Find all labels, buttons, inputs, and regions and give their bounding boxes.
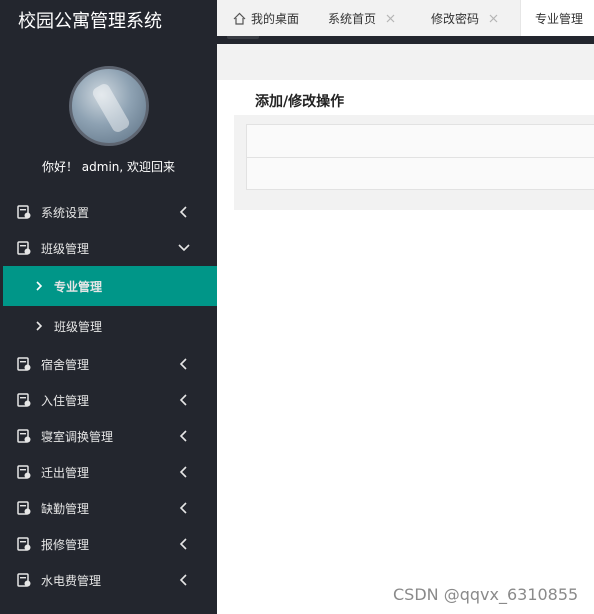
sidebar-subitem-label: 专业管理: [54, 279, 103, 294]
home-icon: [233, 12, 246, 25]
chevron-left-icon: [179, 538, 187, 550]
sidebar-item-label: 迁出管理: [41, 465, 90, 480]
sidebar-item-label: 班级管理: [41, 241, 90, 256]
sidebar-nav: 系统设置 班级管理 专业管理 班级管理 宿舍管理 入住管理 寝室调换管理 迁出管…: [0, 194, 217, 598]
close-icon[interactable]: [489, 14, 498, 23]
sidebar-item-label: 水电费管理: [41, 573, 102, 588]
chevron-left-icon: [179, 394, 187, 406]
sidebar-item-label: 宿舍管理: [41, 357, 90, 372]
chevron-left-icon: [179, 430, 187, 442]
watermark: CSDN @qqvx_6310855: [393, 585, 579, 604]
sidebar-subitem-label: 班级管理: [54, 319, 103, 334]
sidebar: 你好！ admin, 欢迎回来 系统设置 班级管理 专业管理 班级管理 宿舍管理…: [0, 44, 217, 614]
sidebar-item-class-management[interactable]: 班级管理: [0, 230, 217, 266]
tab-major-management[interactable]: 专业管理: [520, 0, 594, 36]
sidebar-item-dormitory-management[interactable]: 宿舍管理: [0, 346, 217, 382]
chevron-right-icon: [36, 281, 43, 291]
tab-system-home[interactable]: 系统首页: [313, 0, 416, 36]
sidebar-subitem-class-management[interactable]: 班级管理: [0, 306, 217, 346]
sidebar-item-utility-fee-management[interactable]: 水电费管理: [0, 562, 217, 598]
avatar[interactable]: [69, 66, 149, 146]
document-icon: [17, 501, 31, 515]
sidebar-item-absence-management[interactable]: 缺勤管理: [0, 490, 217, 526]
document-icon: [17, 429, 31, 443]
sidebar-item-room-swap-management[interactable]: 寝室调换管理: [0, 418, 217, 454]
sidebar-item-moveout-management[interactable]: 迁出管理: [0, 454, 217, 490]
tab-label: 修改密码: [431, 11, 480, 26]
sidebar-item-checkin-management[interactable]: 入住管理: [0, 382, 217, 418]
chevron-left-icon: [179, 502, 187, 514]
form-table: [246, 124, 594, 190]
sidebar-item-label: 缺勤管理: [41, 501, 90, 516]
tab-label: 专业管理: [535, 11, 584, 26]
page-title: 添加/修改操作: [255, 94, 345, 110]
sidebar-item-repair-management[interactable]: 报修管理: [0, 526, 217, 562]
chevron-left-icon: [179, 466, 187, 478]
table-row: [247, 125, 594, 158]
chevron-left-icon: [179, 574, 187, 586]
document-icon: [17, 241, 31, 255]
tab-label: 我的桌面: [251, 11, 300, 26]
chevron-right-icon: [36, 321, 43, 331]
table-row: [247, 158, 594, 191]
document-icon: [17, 205, 31, 219]
document-icon: [17, 357, 31, 371]
sidebar-item-label: 系统设置: [41, 205, 90, 220]
sidebar-item-label: 报修管理: [41, 537, 90, 552]
document-icon: [17, 393, 31, 407]
tab-my-desktop[interactable]: 我的桌面: [217, 0, 313, 36]
close-icon[interactable]: [386, 14, 395, 23]
document-icon: [17, 465, 31, 479]
chevron-down-icon: [178, 244, 190, 252]
document-icon: [17, 573, 31, 587]
sidebar-item-label: 寝室调换管理: [41, 429, 114, 444]
sidebar-item-label: 入住管理: [41, 393, 90, 408]
greeting-text: 你好！ admin, 欢迎回来: [41, 160, 176, 174]
tab-bar: [217, 44, 594, 80]
chevron-left-icon: [179, 358, 187, 370]
document-icon: [17, 537, 31, 551]
chevron-left-icon: [179, 206, 187, 218]
sidebar-subitem-major-management[interactable]: 专业管理: [3, 266, 217, 306]
app-title: 校园公寓管理系统: [18, 11, 162, 32]
sidebar-item-system-settings[interactable]: 系统设置: [0, 194, 217, 230]
tab-change-password[interactable]: 修改密码: [416, 0, 520, 36]
tab-label: 系统首页: [328, 11, 377, 26]
